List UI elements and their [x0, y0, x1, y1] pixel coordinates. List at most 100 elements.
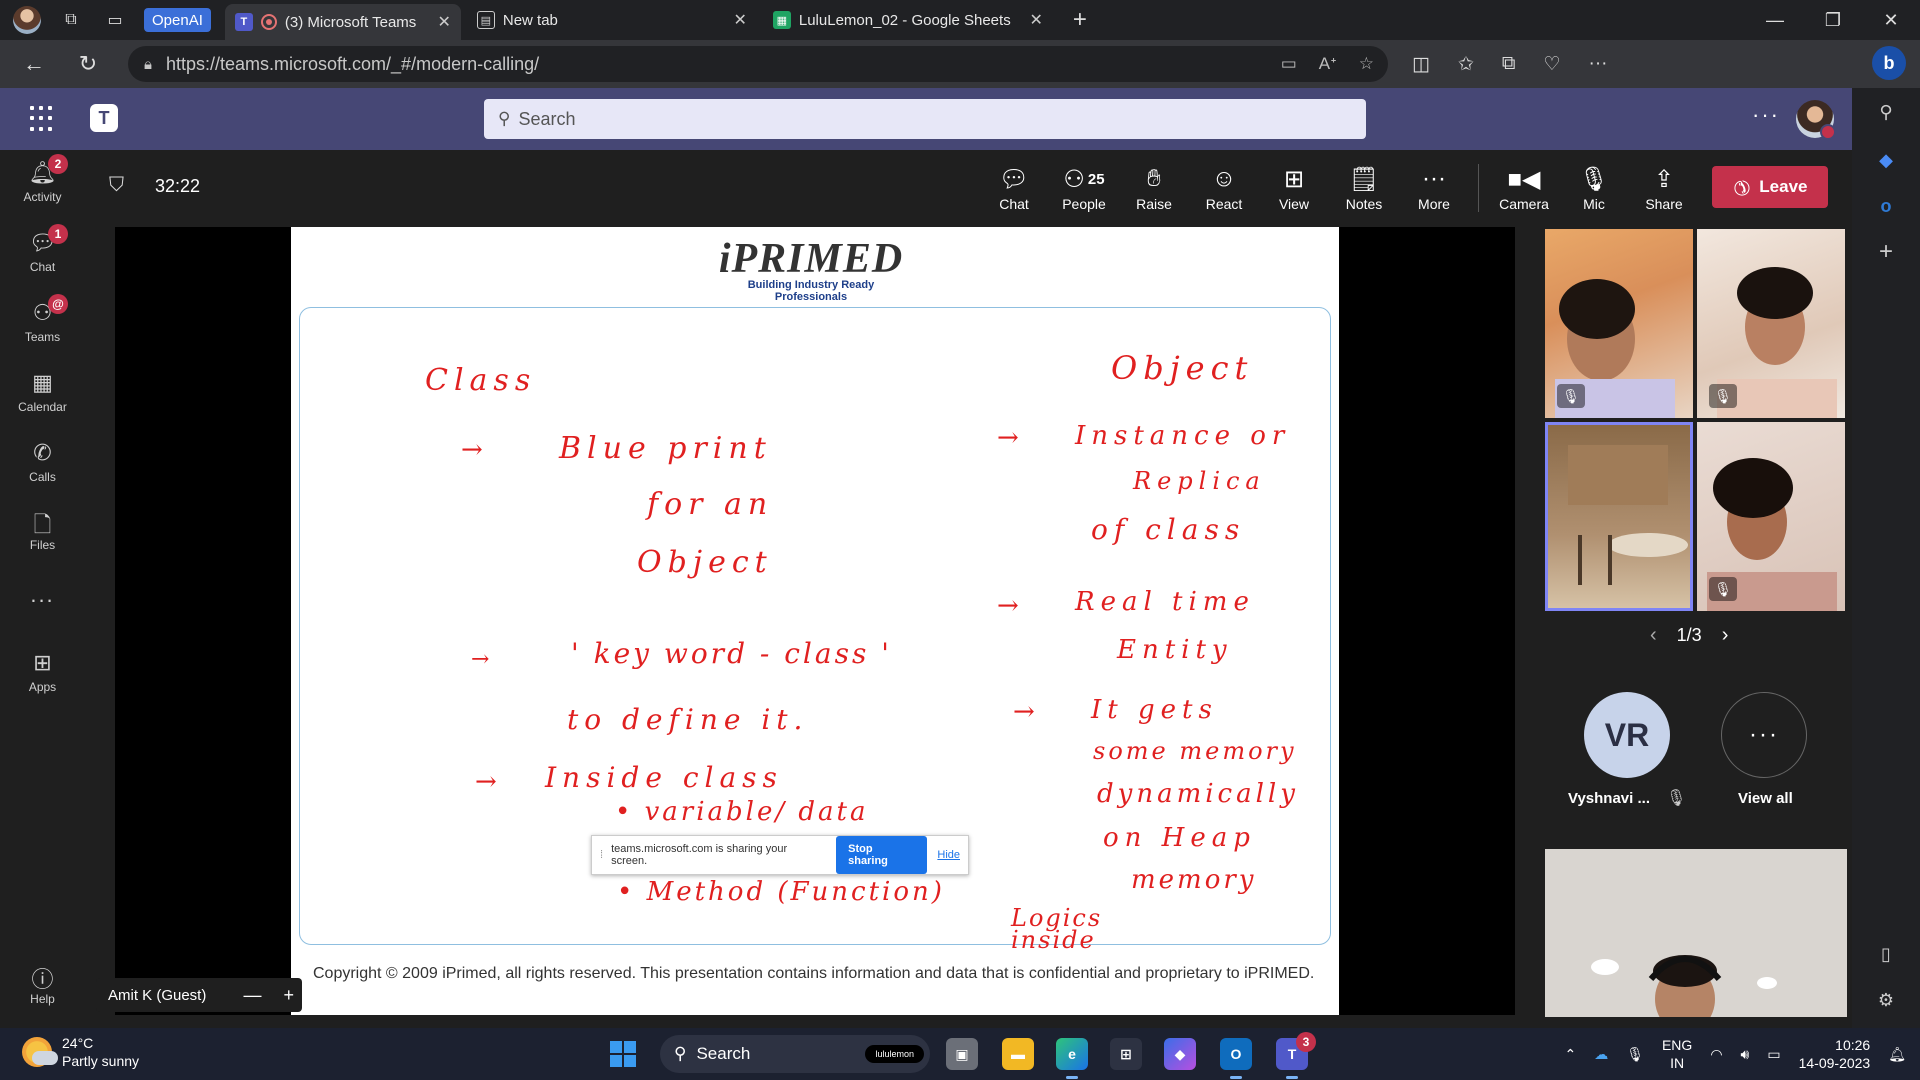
share-tray-icon: ⇪ — [1653, 165, 1675, 193]
teams-search-input[interactable]: ⚲ Search — [484, 99, 1366, 139]
notes-button[interactable]: 🗒︎ Notes — [1333, 162, 1395, 213]
url-field[interactable]: 🔒︎ https://teams.microsoft.com/_#/modern… — [128, 46, 1388, 82]
participant-video-tile[interactable]: 🎙︎ — [1545, 229, 1693, 418]
rail-item-chat[interactable]: 💬︎ 1 Chat — [0, 224, 85, 274]
add-sidebar-app-icon[interactable]: + — [1872, 238, 1900, 266]
tab-actions-icon[interactable]: ▭ — [98, 3, 132, 37]
new-tab-button[interactable]: + — [1063, 3, 1097, 37]
edge-browser-icon[interactable]: e — [1056, 1038, 1088, 1079]
people-button[interactable]: ⚇ 25 People — [1053, 162, 1115, 213]
copilot-icon[interactable]: ◆ — [1872, 146, 1900, 174]
outlook-icon[interactable]: o — [1872, 192, 1900, 220]
favorites-icon[interactable]: ✩ — [1458, 53, 1474, 76]
more-button[interactable]: ··· More — [1403, 162, 1465, 212]
more-options-icon[interactable]: ··· — [1589, 53, 1608, 76]
rail-item-help[interactable]: ⓘ Help — [0, 962, 85, 1006]
copilot-app-icon[interactable]: ◆ — [1164, 1038, 1196, 1070]
refresh-icon[interactable]: ↻ — [68, 44, 108, 84]
search-icon[interactable]: ⚲ — [1872, 98, 1900, 126]
wifi-icon[interactable]: ◠ — [1710, 1046, 1722, 1063]
class-point1-line3: Object — [637, 545, 773, 580]
microphone-icon[interactable]: 🎙︎ — [1626, 1046, 1644, 1063]
drag-grip-icon[interactable]: ⁞ — [600, 849, 603, 861]
health-icon[interactable]: ♡ — [1543, 53, 1560, 76]
teams-app-icon[interactable]: T3 — [1276, 1032, 1316, 1079]
task-view-icon[interactable]: ▣ — [946, 1038, 978, 1070]
meeting-info-shield-icon[interactable]: ⛉ — [109, 174, 124, 197]
leave-button[interactable]: ✆ Leave — [1712, 166, 1828, 208]
file-explorer-icon[interactable]: ▬ — [1002, 1038, 1034, 1070]
slide-copyright: Copyright © 2009 iPrimed, all rights res… — [313, 965, 1315, 982]
help-icon: ⓘ — [31, 967, 54, 992]
bing-copilot-icon[interactable]: b — [1872, 46, 1906, 80]
chevron-right-icon[interactable]: › — [1722, 624, 1729, 647]
participant-avatar[interactable]: VR — [1584, 692, 1670, 778]
close-tab-icon[interactable]: ✕ — [1029, 10, 1042, 30]
tab-new-tab[interactable]: ▤ New tab ✕ — [467, 0, 757, 40]
rail-item-calendar[interactable]: ▦ Calendar — [0, 370, 85, 414]
collections-icon[interactable]: ⧉ — [1502, 53, 1516, 76]
view-all-button[interactable]: ··· — [1721, 692, 1807, 778]
user-avatar[interactable] — [1796, 100, 1836, 140]
zoom-out-icon[interactable]: — — [243, 985, 261, 1006]
mic-button[interactable]: 🎙︎ Mic — [1563, 162, 1625, 213]
settings-more-icon[interactable]: ··· — [1752, 102, 1780, 128]
speaker-icon[interactable]: 🔊︎ — [1741, 1046, 1750, 1063]
close-tab-icon[interactable]: ✕ — [733, 10, 746, 30]
weather-widget[interactable]: 24°C Partly sunny — [22, 1034, 139, 1070]
onedrive-cloud-icon[interactable]: ☁ — [1594, 1046, 1608, 1063]
language-indicator[interactable]: ENG IN — [1662, 1036, 1692, 1072]
close-tab-icon[interactable]: ✕ — [437, 12, 450, 32]
split-screen-icon[interactable]: ◫ — [1412, 53, 1430, 76]
settings-gear-icon[interactable]: ⚙ — [1872, 986, 1900, 1014]
react-button[interactable]: ☺ React — [1193, 162, 1255, 212]
camera-button[interactable]: ■◀ Camera — [1493, 162, 1555, 213]
zoom-in-icon[interactable]: + — [283, 985, 294, 1006]
read-aloud-icon[interactable]: Aᐩ — [1319, 54, 1337, 74]
stop-sharing-button[interactable]: Stop sharing — [836, 836, 928, 874]
rail-item-calls[interactable]: ✆ Calls — [0, 440, 85, 484]
battery-icon[interactable]: ▭ — [1767, 1046, 1780, 1063]
profile-avatar[interactable] — [10, 3, 44, 37]
participant-video-tile[interactable]: 🎙︎ — [1697, 229, 1845, 418]
chat-button[interactable]: 💬︎ Chat — [983, 162, 1045, 213]
minimize-icon[interactable]: — — [1746, 0, 1804, 40]
rail-more-icon[interactable]: ... — [0, 582, 85, 608]
favorite-star-icon[interactable]: ☆ — [1359, 54, 1374, 74]
rail-item-activity[interactable]: 🔔︎ 2 Activity — [0, 154, 85, 204]
camera-permission-icon[interactable]: ▭ — [1281, 54, 1297, 74]
sharing-notice-text: teams.microsoft.com is sharing your scre… — [611, 843, 788, 867]
rail-item-files[interactable]: 🗋︎ Files — [0, 508, 85, 552]
hide-link[interactable]: Hide — [937, 849, 960, 861]
participant-video-tile[interactable]: 🎙︎ — [1697, 422, 1845, 611]
tab-google-sheets[interactable]: ▦ LuluLemon_02 - Google Sheets ✕ — [763, 0, 1053, 40]
chat-label: Chat — [999, 196, 1029, 212]
edge-sidebar: ⚲ ◆ o + ▯ ⚙ — [1852, 88, 1920, 1028]
back-icon[interactable]: ← — [14, 44, 54, 84]
self-video-tile[interactable] — [1545, 849, 1847, 1017]
participant-video-tile-active[interactable] — [1545, 422, 1693, 611]
chat-icon: 💬︎ — [998, 165, 1030, 193]
chevron-left-icon[interactable]: ‹ — [1650, 624, 1657, 647]
share-button[interactable]: ⇪ Share — [1633, 162, 1695, 213]
lock-icon[interactable]: 🔒︎ — [144, 56, 152, 73]
participant-name: Vyshnavi ... — [1568, 790, 1650, 807]
windows-start-icon[interactable] — [610, 1041, 636, 1067]
view-button[interactable]: ⊞ View — [1263, 162, 1325, 213]
sidebar-toggle-icon[interactable]: ▯ — [1872, 940, 1900, 968]
close-window-icon[interactable]: ✕ — [1862, 0, 1920, 40]
raise-hand-button[interactable]: ✋︎ Raise — [1123, 162, 1185, 212]
tab-microsoft-teams[interactable]: T (3) Microsoft Teams ✕ — [224, 4, 461, 40]
app-launcher-icon[interactable] — [30, 106, 56, 132]
outlook-app-icon[interactable]: O — [1220, 1038, 1252, 1079]
rail-item-teams[interactable]: ⚇ @ Teams — [0, 294, 85, 344]
microsoft-store-icon[interactable]: ⊞ — [1110, 1038, 1142, 1070]
taskbar-search[interactable]: ⚲ Search lululemon — [660, 1035, 930, 1073]
chevron-up-icon[interactable]: ⌃ — [1564, 1046, 1576, 1063]
clock[interactable]: 10:26 14-09-2023 — [1799, 1036, 1871, 1072]
openai-tab-group[interactable]: OpenAI — [144, 8, 211, 32]
rail-item-apps[interactable]: ⊞ Apps — [0, 650, 85, 694]
notifications-icon[interactable]: 🔔︎ — [1888, 1046, 1906, 1063]
workspaces-icon[interactable]: ⧉ — [54, 3, 88, 37]
maximize-icon[interactable]: ❐ — [1804, 0, 1862, 40]
